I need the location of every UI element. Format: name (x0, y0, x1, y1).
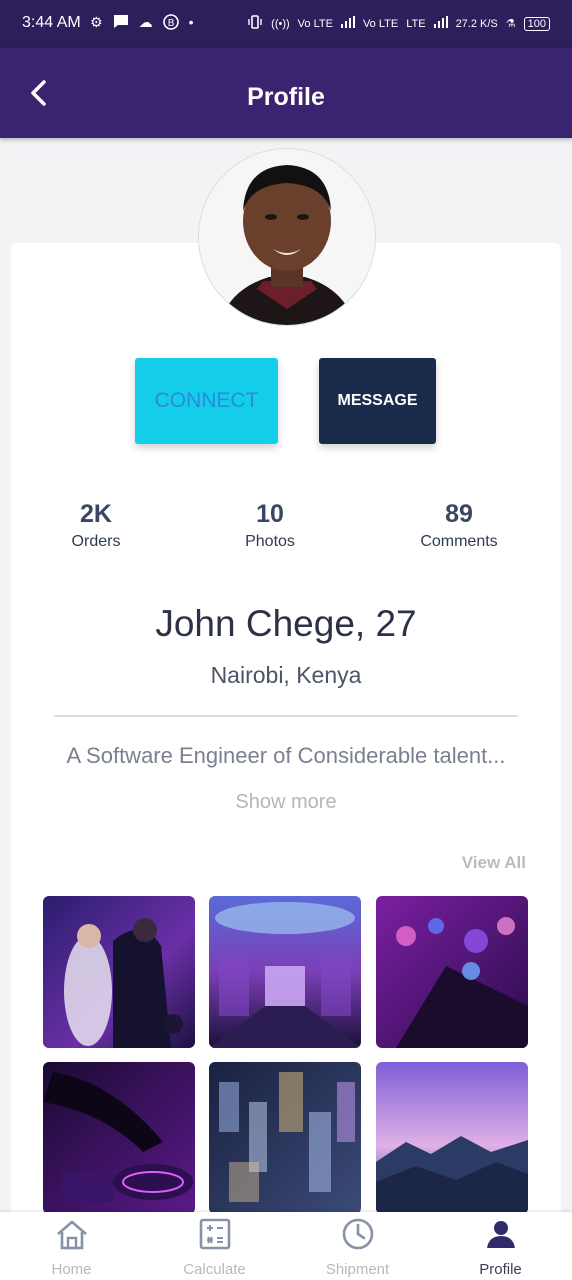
nav-home[interactable]: Home (0, 1212, 143, 1280)
nav-calculate-label: Calculate (183, 1261, 246, 1278)
stat-photos-label: Photos (245, 533, 295, 550)
stat-photos-value: 10 (256, 500, 284, 528)
mountain-sunset-photo[interactable] (376, 1062, 528, 1214)
status-bar: 3:44 AM ⚙ ☁ B • ((•)) Vo LTE Vo LTE LTE … (0, 0, 572, 48)
city-night-aerial-photo[interactable] (209, 1062, 361, 1214)
status-right-icons: ((•)) Vo LTE Vo LTE LTE 27.2 K/S ⚗ 100 (247, 14, 550, 33)
status-icons: ⚙ ☁ B • (90, 14, 193, 33)
wedding-dance-photo[interactable] (43, 896, 195, 1048)
divider (54, 715, 518, 717)
calculator-icon (199, 1218, 230, 1250)
settings-icon: ⚙ (90, 14, 103, 30)
flask-icon: ⚗ (505, 18, 516, 30)
home-icon (56, 1220, 87, 1250)
connect-button[interactable]: CONNECT (135, 358, 278, 444)
signal-icon-2 (433, 16, 448, 31)
nav-home-label: Home (51, 1261, 92, 1278)
network-vo-lte-1: Vo LTE (297, 17, 333, 30)
nav-profile[interactable]: Profile (429, 1212, 572, 1280)
dot-icon: • (188, 14, 194, 30)
stat-comments-label: Comments (420, 533, 498, 550)
svg-text:B: B (167, 18, 174, 29)
network-vo-lte-2: Vo LTE (362, 17, 399, 30)
profile-name: John Chege, 27 (155, 603, 417, 644)
show-more-link[interactable]: Show more (0, 791, 572, 814)
bottom-nav: Home Calculate Shipment Profile (0, 1212, 572, 1280)
vibrate-icon (247, 14, 263, 33)
profile-location: Nairobi, Kenya (210, 662, 362, 688)
nav-calculate[interactable]: Calculate (143, 1212, 286, 1280)
battery-indicator: 100 (523, 16, 550, 31)
cloud-icon: ☁ (138, 14, 153, 30)
stat-comments-value: 89 (445, 500, 473, 528)
page-title: Profile (247, 83, 325, 111)
nav-shipment[interactable]: Shipment (286, 1212, 429, 1280)
purple-crystals-photo[interactable] (376, 896, 528, 1048)
stat-orders: 2K Orders (21, 500, 171, 551)
view-all-link[interactable]: View All (462, 853, 526, 873)
dj-turntable-photo[interactable] (43, 1062, 195, 1214)
chat-bubble-icon (113, 14, 129, 33)
person-icon (486, 1221, 515, 1248)
message-button[interactable]: MESSAGE (319, 358, 436, 444)
hotspot-icon: ((•)) (271, 17, 290, 30)
b-circle-icon: B (162, 14, 179, 33)
stat-orders-value: 2K (80, 500, 112, 528)
purple-hall-photo[interactable] (209, 896, 361, 1048)
network-speed: 27.2 K/S (455, 17, 498, 30)
stat-orders-label: Orders (71, 533, 121, 550)
network-lte: LTE (406, 17, 426, 30)
profile-bio: A Software Engineer of Considerable tale… (66, 743, 506, 768)
nav-shipment-label: Shipment (325, 1261, 390, 1278)
avatar (198, 148, 376, 326)
signal-icon (340, 16, 355, 31)
status-time: 3:44 AM (22, 14, 81, 31)
stat-comments: 89 Comments (384, 500, 534, 551)
clock-icon (342, 1218, 373, 1250)
stat-photos: 10 Photos (195, 500, 345, 551)
nav-profile-label: Profile (479, 1261, 522, 1278)
app-bar: Profile (0, 48, 572, 138)
